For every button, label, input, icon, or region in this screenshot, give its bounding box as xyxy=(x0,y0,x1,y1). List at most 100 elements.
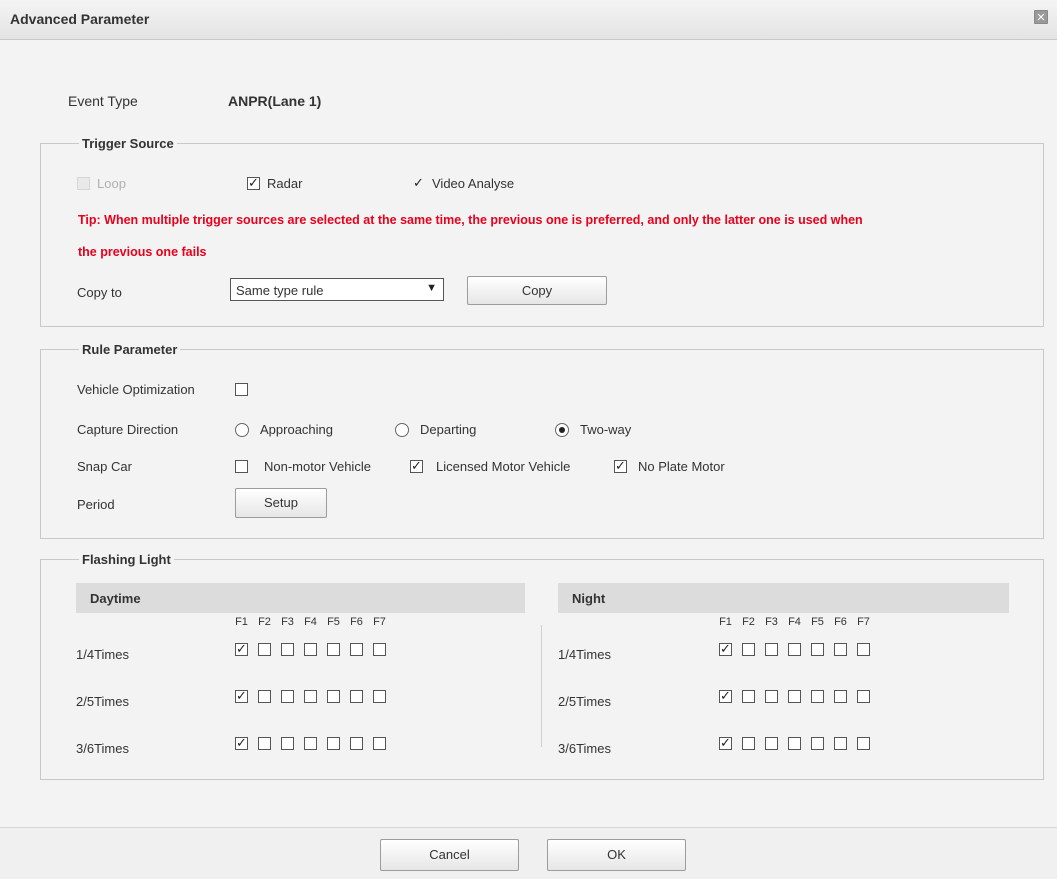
night-flash-checkbox[interactable]: ✓ xyxy=(719,688,732,703)
panel-divider xyxy=(541,625,542,747)
night-flash-checkbox[interactable] xyxy=(834,643,847,656)
loop-checkbox[interactable] xyxy=(77,177,90,190)
daytime-flash-checkbox[interactable] xyxy=(304,737,317,750)
daytime-flash-label-f2: F2 xyxy=(258,616,271,628)
daytime-flash-checkbox[interactable] xyxy=(281,690,294,703)
daytime-flash-checkbox[interactable] xyxy=(373,643,386,656)
night-flash-checkbox[interactable] xyxy=(857,737,870,750)
check-icon: ✓ xyxy=(413,175,424,190)
daytime-flash-checkbox[interactable] xyxy=(327,737,340,750)
daytime-flash-checkbox[interactable] xyxy=(350,690,363,703)
night-flash-label-f7: F7 xyxy=(857,616,870,628)
daytime-row-label: 2/5Times xyxy=(76,694,129,709)
night-flash-checkbox[interactable] xyxy=(834,690,847,703)
daytime-flash-checkbox[interactable] xyxy=(350,643,363,656)
night-flash-checkbox[interactable] xyxy=(742,690,755,703)
night-flash-checkbox[interactable] xyxy=(834,737,847,750)
vehicle-optimization-checkbox[interactable] xyxy=(235,383,248,396)
night-flash-checkbox[interactable] xyxy=(788,737,801,750)
trigger-tip-line2: the previous one fails xyxy=(78,245,207,259)
night-flash-checkbox[interactable]: ✓ xyxy=(719,735,732,750)
two-way-radio[interactable] xyxy=(555,423,569,437)
departing-label: Departing xyxy=(420,422,477,437)
chevron-down-icon: ▼ xyxy=(426,282,437,294)
non-motor-vehicle-checkbox[interactable] xyxy=(235,460,248,473)
check-icon: ✓ xyxy=(720,735,731,750)
approaching-radio[interactable] xyxy=(235,423,249,437)
night-row-label: 1/4Times xyxy=(558,647,611,662)
daytime-flash-checkbox[interactable] xyxy=(304,690,317,703)
trigger-source-legend: Trigger Source xyxy=(82,136,174,151)
daytime-flash-checkbox[interactable] xyxy=(350,737,363,750)
night-flash-checkbox[interactable] xyxy=(857,690,870,703)
daytime-flash-label-f6: F6 xyxy=(350,616,363,628)
copy-to-select-value: Same type rule xyxy=(236,283,324,298)
daytime-flash-checkbox[interactable] xyxy=(258,690,271,703)
night-flash-checkbox[interactable]: ✓ xyxy=(719,641,732,656)
check-icon: ✓ xyxy=(720,641,731,656)
daytime-flash-checkbox[interactable] xyxy=(327,690,340,703)
radar-checkbox[interactable]: ✓ xyxy=(247,175,260,190)
daytime-flash-label-f7: F7 xyxy=(373,616,386,628)
cancel-button[interactable]: Cancel xyxy=(380,839,519,871)
night-flash-checkbox[interactable] xyxy=(788,690,801,703)
daytime-title: Daytime xyxy=(90,591,141,606)
licensed-motor-vehicle-checkbox[interactable]: ✓ xyxy=(410,458,423,473)
daytime-flash-checkbox[interactable] xyxy=(258,643,271,656)
daytime-flash-checkbox[interactable]: ✓ xyxy=(235,642,248,656)
vehicle-optimization-label: Vehicle Optimization xyxy=(77,382,195,397)
daytime-flash-checkbox[interactable] xyxy=(281,643,294,656)
departing-radio[interactable] xyxy=(395,423,409,437)
close-icon[interactable]: ✕ xyxy=(1034,10,1048,24)
rule-parameter-group: Rule Parameter xyxy=(40,342,1044,539)
night-flash-checkbox[interactable] xyxy=(788,643,801,656)
snap-car-label: Snap Car xyxy=(77,459,132,474)
night-title: Night xyxy=(572,591,606,606)
event-type-label: Event Type xyxy=(68,93,138,109)
radio-selected-dot xyxy=(559,427,565,433)
daytime-flash-label-f5: F5 xyxy=(327,616,340,628)
night-flash-checkbox[interactable] xyxy=(857,643,870,656)
radar-label: Radar xyxy=(267,176,303,191)
video-analyse-checkbox[interactable]: ✓ xyxy=(412,175,425,190)
video-analyse-label: Video Analyse xyxy=(432,176,515,191)
non-motor-vehicle-label: Non-motor Vehicle xyxy=(264,459,371,474)
copy-to-select[interactable]: Same type rule ▼ xyxy=(230,278,444,301)
daytime-header: Daytime xyxy=(76,583,525,613)
two-way-label: Two-way xyxy=(580,422,632,437)
event-type-value: ANPR(Lane 1) xyxy=(228,93,322,109)
daytime-flash-checkbox[interactable] xyxy=(327,643,340,656)
daytime-flash-checkbox[interactable] xyxy=(373,690,386,703)
check-icon: ✓ xyxy=(411,458,422,473)
daytime-flash-checkbox[interactable] xyxy=(304,643,317,656)
daytime-flash-checkbox[interactable] xyxy=(281,737,294,750)
night-flash-checkbox[interactable] xyxy=(811,737,824,750)
check-icon: ✓ xyxy=(615,458,626,473)
night-flash-checkbox[interactable] xyxy=(765,643,778,656)
check-icon: ✓ xyxy=(248,175,259,190)
night-flash-checkbox[interactable] xyxy=(742,737,755,750)
night-flash-label-f5: F5 xyxy=(811,616,824,628)
daytime-flash-checkbox[interactable]: ✓ xyxy=(235,736,248,750)
setup-button[interactable]: Setup xyxy=(235,488,327,518)
night-flash-checkbox[interactable] xyxy=(765,690,778,703)
night-row-label: 3/6Times xyxy=(558,741,611,756)
daytime-flash-checkbox[interactable] xyxy=(373,737,386,750)
night-flash-checkbox[interactable] xyxy=(811,690,824,703)
night-flash-checkbox[interactable] xyxy=(742,643,755,656)
licensed-motor-vehicle-label: Licensed Motor Vehicle xyxy=(436,459,571,474)
ok-button[interactable]: OK xyxy=(547,839,686,871)
night-flash-label-f2: F2 xyxy=(742,616,755,628)
copy-button[interactable]: Copy xyxy=(467,276,607,305)
check-icon: ✓ xyxy=(720,688,731,703)
copy-to-label: Copy to xyxy=(77,285,122,300)
no-plate-motor-checkbox[interactable]: ✓ xyxy=(614,458,627,473)
night-flash-checkbox[interactable] xyxy=(765,737,778,750)
night-header: Night xyxy=(558,583,1009,613)
night-flash-label-f6: F6 xyxy=(834,616,847,628)
daytime-flash-checkbox[interactable] xyxy=(258,737,271,750)
daytime-flash-label-f1: F1 xyxy=(235,616,248,628)
daytime-row-label: 3/6Times xyxy=(76,741,129,756)
night-flash-checkbox[interactable] xyxy=(811,643,824,656)
daytime-flash-checkbox[interactable]: ✓ xyxy=(235,689,248,703)
